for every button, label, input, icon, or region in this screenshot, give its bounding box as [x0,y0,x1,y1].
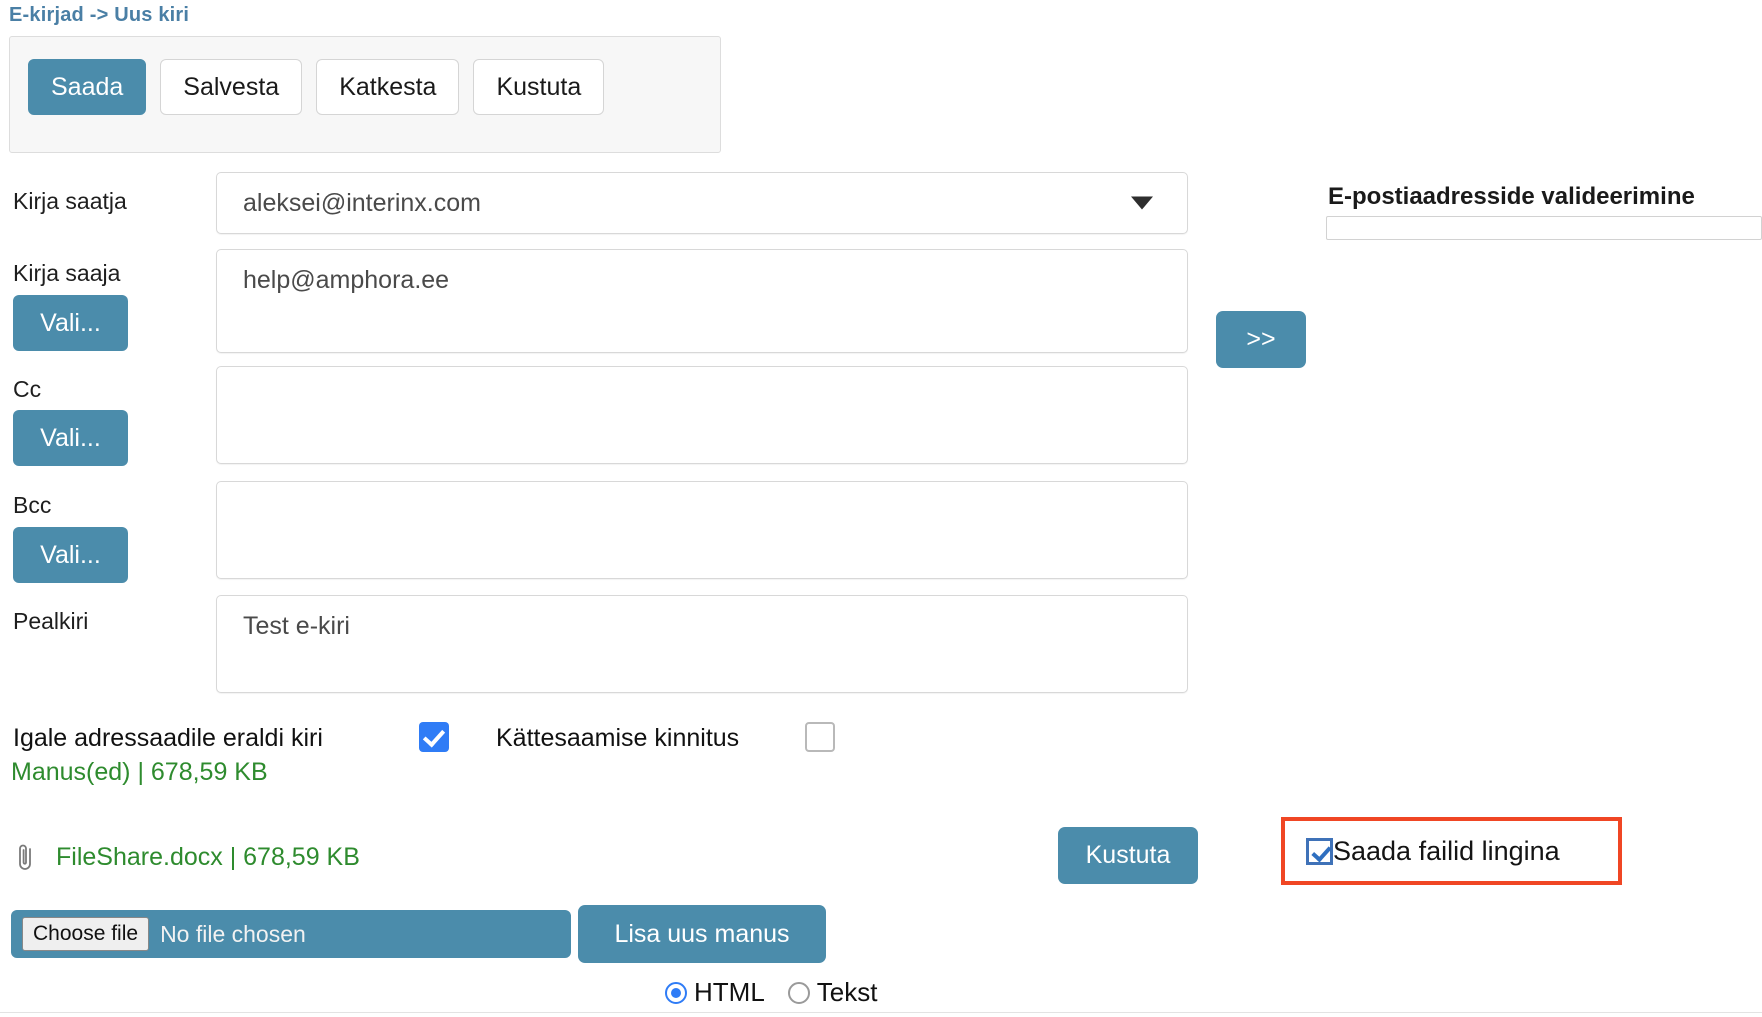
toolbar: Saada Salvesta Katkesta Kustuta [9,36,721,153]
attachment-item[interactable]: FileShare.docx | 678,59 KB [56,843,360,872]
bcc-label: Bcc [13,492,52,518]
send-as-link-highlight: Saada failid lingina [1281,817,1622,885]
move-to-validation-button[interactable]: >> [1216,311,1306,368]
cc-picker-button[interactable]: Vali... [13,410,128,466]
subject-label: Pealkiri [13,608,89,634]
send-button[interactable]: Saada [28,59,147,115]
recipient-label: Kirja saaja [13,260,121,286]
file-status-text: No file chosen [160,920,306,947]
cc-input[interactable] [216,366,1188,464]
recipient-input[interactable]: help@amphora.ee [216,249,1188,353]
validation-input[interactable] [1326,216,1762,240]
recipient-picker-button[interactable]: Vali... [13,295,128,351]
attachment-summary: Manus(ed) | 678,59 KB [11,758,268,786]
page-title: E-kirjad -> Uus kiri [9,4,190,26]
format-text-label: Tekst [816,977,878,1007]
format-html-label: HTML [694,977,765,1007]
choose-file-button[interactable]: Choose file [22,917,150,951]
save-button[interactable]: Salvesta [160,59,303,115]
radio-html-icon[interactable] [665,981,687,1004]
sender-label: Kirja saatja [13,188,127,214]
format-option-html[interactable]: HTML [665,977,765,1008]
delete-button[interactable]: Kustuta [473,59,605,115]
validation-title: E-postiaadresside valideerimine [1328,183,1695,210]
toolbar-buttons: Saada Salvesta Katkesta Kustuta [28,59,605,115]
separate-mail-checkbox[interactable] [419,722,449,752]
format-radio-group: HTML Tekst [665,977,877,1008]
cc-label: Cc [13,376,42,402]
bcc-input[interactable] [216,481,1188,579]
send-as-link-checkbox[interactable] [1306,837,1333,865]
bcc-picker-button[interactable]: Vali... [13,527,128,583]
cancel-button[interactable]: Katkesta [316,59,460,115]
radio-text-icon[interactable] [787,981,810,1004]
file-upload-input[interactable]: Choose file No file chosen [11,910,571,958]
chevron-down-icon [1131,196,1153,210]
subject-input[interactable]: Test e-kiri [216,595,1188,693]
recipient-value: help@amphora.ee [243,266,450,294]
bottom-divider [0,1012,1762,1013]
send-as-link-label: Saada failid lingina [1333,835,1560,866]
paperclip-icon [19,844,31,870]
delete-attachment-button[interactable]: Kustuta [1058,827,1198,884]
receipt-confirmation-checkbox[interactable] [805,722,835,752]
subject-value: Test e-kiri [243,612,350,640]
separate-mail-label: Igale adressaadile eraldi kiri [13,724,323,752]
add-attachment-button[interactable]: Lisa uus manus [578,905,826,963]
format-option-text[interactable]: Tekst [787,977,878,1008]
sender-value: aleksei@interinx.com [243,189,481,217]
sender-select[interactable]: aleksei@interinx.com [216,172,1188,234]
email-compose-page: E-kirjad -> Uus kiri Saada Salvesta Katk… [0,0,1762,1017]
receipt-confirmation-label: Kättesaamise kinnitus [496,724,740,752]
